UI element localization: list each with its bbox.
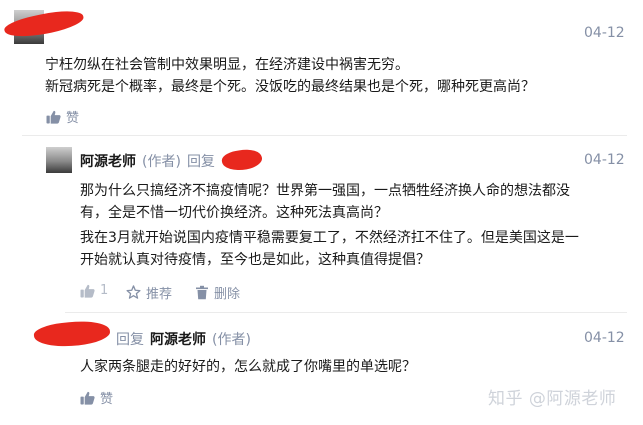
comment-date: 04-12 xyxy=(584,25,625,41)
divider xyxy=(65,312,627,313)
author-tag: (作者) xyxy=(212,332,251,348)
like-label: 赞 xyxy=(66,111,80,126)
trash-icon xyxy=(196,285,208,300)
author-name[interactable]: 阿源老师 xyxy=(80,151,136,171)
comment-text-line: 新冠病死是个概率，最终是个死。没饭吃的最终结果也是个死，哪种死更高尚？ xyxy=(45,79,535,95)
comment-date: 04-12 xyxy=(584,152,625,168)
like-button[interactable]: 赞 xyxy=(80,388,113,407)
like-count: 1 xyxy=(100,283,109,298)
thumbs-up-icon xyxy=(80,391,95,405)
delete-label: 删除 xyxy=(214,287,241,302)
comment-date: 04-12 xyxy=(584,330,625,346)
comment-text-line: 那为什么只搞经济不搞疫情呢？世界第一强国，一点牺牲经济换人命的想法都没 xyxy=(80,183,570,199)
comment-header: 阿源老师 (作者) 回复 xyxy=(80,151,215,171)
comment-text-line: 我在3月就开始说国内疫情平稳需要复工了，不然经济扛不住了。但是美国这是一 xyxy=(80,230,579,246)
comment-text-line: 有，全是不惜一切代价换经济。这种死法真高尚？ xyxy=(80,205,388,221)
recommend-label: 推荐 xyxy=(146,287,173,302)
redaction-mark xyxy=(32,318,112,350)
author-tag: (作者) xyxy=(142,154,181,170)
comment-header: 回复 阿源老师 (作者) xyxy=(116,329,251,349)
comment-text-line: 开始就认真对待疫情，至今也是如此，这种真值得提倡？ xyxy=(80,252,430,268)
delete-button[interactable]: 删除 xyxy=(195,283,240,302)
star-icon xyxy=(126,285,141,299)
avatar[interactable] xyxy=(46,147,72,173)
reply-label[interactable]: 回复 xyxy=(116,329,144,349)
divider xyxy=(22,135,627,136)
redaction-mark xyxy=(220,146,264,174)
comment-text-line: 宁枉勿纵在社会管制中效果明显，在经济建设中祸害无穷。 xyxy=(45,57,409,73)
thumbs-up-icon xyxy=(46,110,61,124)
like-label: 赞 xyxy=(100,392,114,407)
like-button[interactable]: 1 xyxy=(80,283,108,298)
recommend-button[interactable]: 推荐 xyxy=(126,283,172,302)
thumbs-up-icon xyxy=(80,284,95,298)
comment-text-line: 人家两条腿走的好好的，怎么就成了你嘴里的单选呢？ xyxy=(80,359,416,375)
like-button[interactable]: 赞 xyxy=(46,107,79,126)
reply-label[interactable]: 回复 xyxy=(187,151,215,171)
reply-target-name[interactable]: 阿源老师 xyxy=(150,329,206,349)
watermark: 知乎 @阿源老师 xyxy=(488,389,617,409)
